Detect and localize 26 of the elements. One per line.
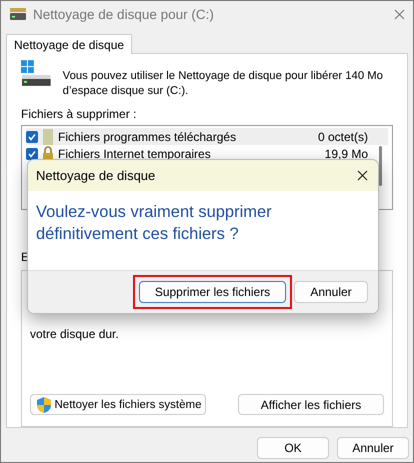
dialog-title: Nettoyage de disque: [36, 168, 156, 183]
intro-text: Vous pouvez utiliser le Nettoyage de disque pour libérer 140 Mo d’espace disque sur (C:).: [62, 69, 384, 99]
window-title: Nettoyage de disque pour (C:): [33, 6, 215, 22]
cancel-button[interactable]: Annuler: [337, 437, 409, 459]
file-size: 19,9 Mo: [324, 146, 368, 160]
file-name: Fichiers Internet temporaires: [58, 146, 212, 160]
disk-drive-icon: [9, 7, 27, 21]
checkbox[interactable]: [26, 130, 38, 142]
description-text: votre disque dur.: [30, 326, 119, 341]
file-icon: [42, 128, 54, 144]
checkbox[interactable]: [26, 148, 38, 160]
shield-icon: [34, 396, 52, 414]
file-size: 0 octet(s): [318, 130, 368, 144]
dialog-message: Voulez-vous vraiment supprimer définitivement ces fichiers ?: [36, 202, 273, 245]
view-files-button[interactable]: Afficher les fichiers: [238, 394, 384, 415]
scrollbar[interactable]: [379, 146, 382, 186]
tab[interactable]: Nettoyage de disque: [6, 34, 132, 54]
close-icon[interactable]: [357, 170, 368, 181]
file-row[interactable]: Fichiers programmes téléchargés 0 octet(s): [26, 128, 388, 145]
clean-system-files-button[interactable]: Nettoyer les fichiers système: [30, 394, 206, 415]
drive-icon: [21, 60, 51, 88]
delete-files-button[interactable]: Supprimer les fichiers: [139, 281, 286, 303]
files-label: Fichiers à supprimer :: [21, 107, 136, 121]
file-name: Fichiers programmes téléchargés: [58, 130, 238, 144]
ok-button[interactable]: OK: [257, 437, 329, 459]
cancel-button[interactable]: Annuler: [294, 281, 368, 303]
